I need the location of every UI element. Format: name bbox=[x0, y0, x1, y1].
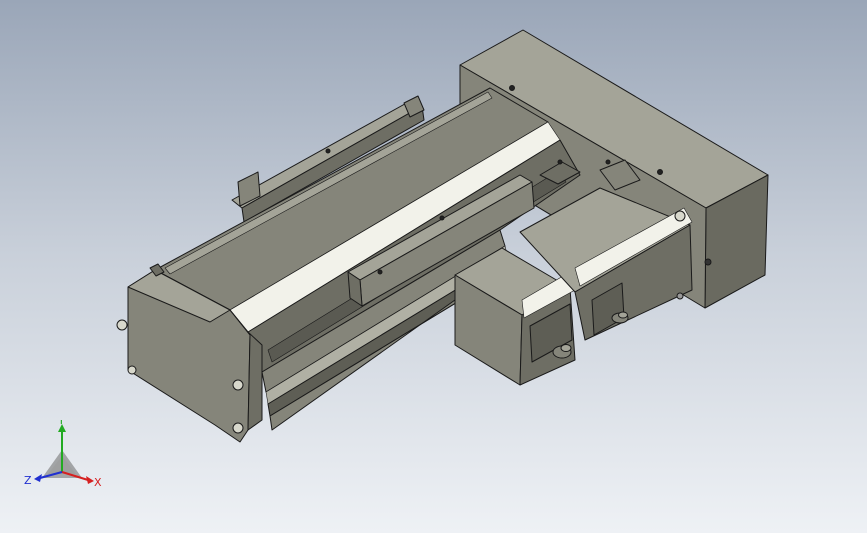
x-axis-label: X bbox=[94, 476, 102, 489]
z-axis-label: Z bbox=[24, 474, 32, 487]
cad-model-linear-actuator[interactable] bbox=[0, 0, 867, 533]
graphics-viewport[interactable]: Y X Z bbox=[0, 0, 867, 533]
coordinate-triad: Y X Z bbox=[24, 420, 102, 489]
y-axis-label: Y bbox=[57, 420, 65, 427]
